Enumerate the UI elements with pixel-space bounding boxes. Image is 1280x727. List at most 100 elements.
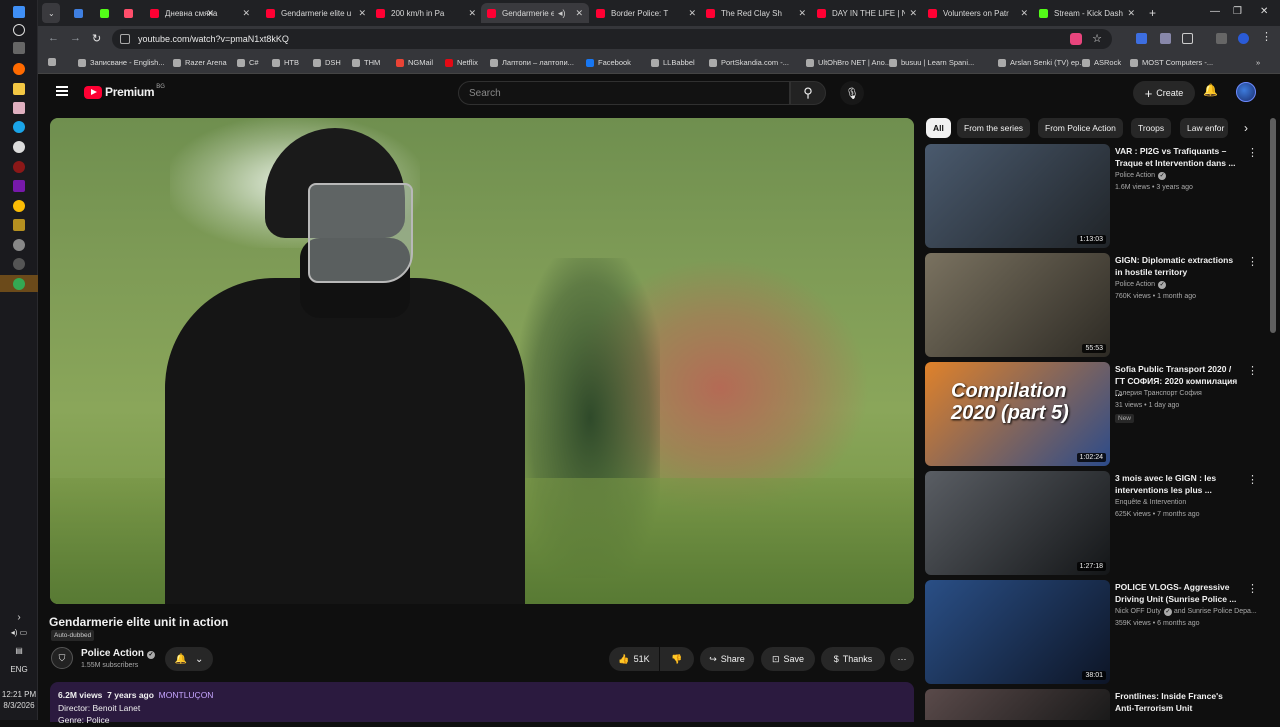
browser-tab[interactable]: Gendarmerie eli ◂) ✕ <box>481 3 589 23</box>
dislike-button[interactable]: 👎 <box>660 647 694 671</box>
create-button[interactable]: + Create <box>1133 81 1195 105</box>
tab-audio-icon[interactable]: ◂) <box>558 8 566 19</box>
video-thumbnail[interactable] <box>925 689 1110 720</box>
url-bar[interactable]: youtube.com/watch?v=pmaN1xt8kKQ ☆ <box>112 29 1112 49</box>
chevron-right-icon[interactable]: › <box>1236 118 1256 138</box>
bookmark-item[interactable]: LLBabbel <box>651 58 695 67</box>
youtube-premium-logo[interactable]: Premium BG <box>84 84 165 99</box>
browser-tab[interactable]: DAY IN THE LIFE | N ✕ <box>811 3 923 23</box>
location-tag[interactable]: MONTLUÇON <box>159 690 214 700</box>
bookmark-item[interactable]: HTB <box>272 58 299 67</box>
browser-tab[interactable]: 200 km/h in Pa ✕ <box>370 3 482 23</box>
browser-tab[interactable]: Volunteers on Patr ✕ <box>922 3 1034 23</box>
more-options-icon[interactable]: ⋮ <box>1247 582 1258 595</box>
more-actions-button[interactable]: ⋯ <box>890 647 914 671</box>
tab-close-icon[interactable]: ✕ <box>468 8 476 19</box>
voice-search-button[interactable]: 🎙 <box>840 81 864 105</box>
opera-icon[interactable] <box>13 161 25 173</box>
recommended-channel[interactable]: Nick OFF Duty ✓ and Sunrise Police Depa..… <box>1115 608 1257 616</box>
forward-icon[interactable]: → <box>70 32 81 44</box>
recommended-video[interactable]: 38:01 POLICE VLOGS- Aggressive Driving Un… <box>925 580 1258 684</box>
tab-close-icon[interactable]: ✕ <box>358 8 366 19</box>
bookmark-item[interactable]: C# <box>237 58 259 67</box>
chip-from-channel[interactable]: From Police Action <box>1038 118 1123 138</box>
bookmark-item[interactable]: Лаптопи – лаптопи... <box>490 58 574 67</box>
bookmark-item[interactable]: ASRock <box>1082 58 1121 67</box>
chrome-icon[interactable] <box>13 200 25 212</box>
save-button[interactable]: ⊡ Save <box>761 647 815 671</box>
recommended-channel[interactable]: Enquête & Intervention <box>1115 499 1186 506</box>
bookmark-item[interactable]: MOST Computers -... <box>1130 58 1213 67</box>
recommended-video[interactable]: Compilation 2020 (part 5) 1:02:24 Sofia Pu… <box>925 362 1258 466</box>
description-box[interactable]: 6.2M views 7 years ago MONTLUÇON Directo… <box>50 682 914 725</box>
recommended-title[interactable]: VAR : PI2G vs Trafiquants – Traque et In… <box>1115 145 1239 169</box>
bookmark-star-icon[interactable]: ☆ <box>1092 32 1102 45</box>
browser-tab[interactable]: Gendarmerie elite u ✕ <box>260 3 372 23</box>
clock-date[interactable]: 8/3/2026 <box>0 701 38 710</box>
profile-icon[interactable] <box>1238 33 1249 44</box>
tab-pinned[interactable] <box>70 3 92 23</box>
thanks-button[interactable]: $ Thanks <box>821 647 885 671</box>
recommended-title[interactable]: POLICE VLOGS- Aggressive Driving Unit (S… <box>1115 581 1239 605</box>
minimize-icon[interactable]: — <box>1210 6 1220 17</box>
more-options-icon[interactable]: ⋮ <box>1247 255 1258 268</box>
hamburger-menu-icon[interactable] <box>56 86 68 96</box>
bookmark-item[interactable]: UltOhBro NET | Ano... <box>806 58 891 67</box>
more-bookmarks-icon[interactable]: » <box>1256 58 1260 67</box>
keyboard-icon[interactable]: ▤ <box>0 646 38 655</box>
tab-close-icon[interactable]: ✕ <box>1127 8 1135 19</box>
file-explorer-icon[interactable] <box>13 83 25 95</box>
browser-tab[interactable]: Stream - Kick Dashb ✕ <box>1033 3 1141 23</box>
recommended-video[interactable]: 1:13:03 VAR : PI2G vs Trafiquants – Traqu… <box>925 144 1258 248</box>
app-icon[interactable] <box>13 219 25 231</box>
bookmark-item[interactable]: busuu | Learn Spani... <box>889 58 974 67</box>
tab-close-icon[interactable]: ✕ <box>909 8 917 19</box>
more-options-icon[interactable]: ⋮ <box>1247 364 1258 377</box>
video-thumbnail[interactable]: 55:53 <box>925 253 1110 357</box>
chip-law-enforcement[interactable]: Law enfor <box>1180 118 1228 138</box>
video-thumbnail[interactable]: 38:01 <box>925 580 1110 684</box>
browser-tab[interactable]: Дневна смяна ✕ <box>144 3 256 23</box>
more-options-icon[interactable]: ⋮ <box>1247 473 1258 486</box>
notifications-bell-icon[interactable]: 🔔 <box>1203 83 1218 97</box>
edge-icon[interactable] <box>13 121 25 133</box>
clock-time[interactable]: 12:21 PM <box>0 690 38 699</box>
chevron-right-icon[interactable]: › <box>0 612 38 623</box>
tab-pinned-kick[interactable] <box>96 3 118 23</box>
video-player[interactable] <box>50 118 914 604</box>
browser-tab[interactable]: The Red Clay Sh ✕ <box>700 3 812 23</box>
video-thumbnail[interactable]: Compilation 2020 (part 5) 1:02:24 <box>925 362 1110 466</box>
tab-close-icon[interactable]: ✕ <box>688 8 696 19</box>
bookmark-item[interactable]: Arslan Senki (TV) ep... <box>998 58 1085 67</box>
chip-all[interactable]: All <box>926 118 951 138</box>
chrome-active-icon[interactable] <box>13 278 25 290</box>
close-window-icon[interactable]: ✕ <box>1260 6 1268 17</box>
channel-avatar[interactable]: ⛉ <box>51 647 73 669</box>
task-view-icon[interactable] <box>13 42 25 54</box>
recommended-channel[interactable]: Police Action ✓ <box>1115 281 1167 289</box>
subscribed-notification-button[interactable]: 🔔 ⌄ <box>165 647 213 671</box>
share-button[interactable]: ↪ Share <box>700 647 754 671</box>
site-info-icon[interactable] <box>120 34 130 44</box>
bookmark-item[interactable]: THM <box>352 58 380 67</box>
speaker-icon[interactable]: ◂) ▭ <box>0 628 38 637</box>
back-icon[interactable]: ← <box>48 32 59 44</box>
bookmark-item[interactable]: Razer Arena <box>173 58 227 67</box>
settings-icon[interactable] <box>13 239 25 251</box>
extensions-puzzle-icon[interactable] <box>1182 33 1193 44</box>
tab-close-icon[interactable]: ✕ <box>575 8 583 19</box>
more-options-icon[interactable]: ⋮ <box>1247 146 1258 159</box>
tab-search-button[interactable]: ⌄ <box>42 3 60 23</box>
search-button[interactable]: ⚲ <box>790 81 826 105</box>
video-thumbnail[interactable]: 1:27:18 <box>925 471 1110 575</box>
recommended-video[interactable]: 55:53 GIGN: Diplomatic extractions in hos… <box>925 253 1258 357</box>
recommended-title[interactable]: 3 mois avec le GIGN : les interventions … <box>1115 472 1239 496</box>
extension-icon[interactable] <box>1160 33 1171 44</box>
language-indicator[interactable]: ENG <box>0 665 38 674</box>
recommended-title[interactable]: Frontlines: Inside France's Anti-Terrori… <box>1115 690 1239 714</box>
bookmark-item[interactable]: Netflix <box>445 58 478 67</box>
sidebar-scrollbar[interactable] <box>1270 118 1276 333</box>
like-button[interactable]: 👍 51K <box>609 647 659 671</box>
tab-close-icon[interactable]: ✕ <box>242 8 250 19</box>
bookmark-item[interactable]: NGMail <box>396 58 433 67</box>
